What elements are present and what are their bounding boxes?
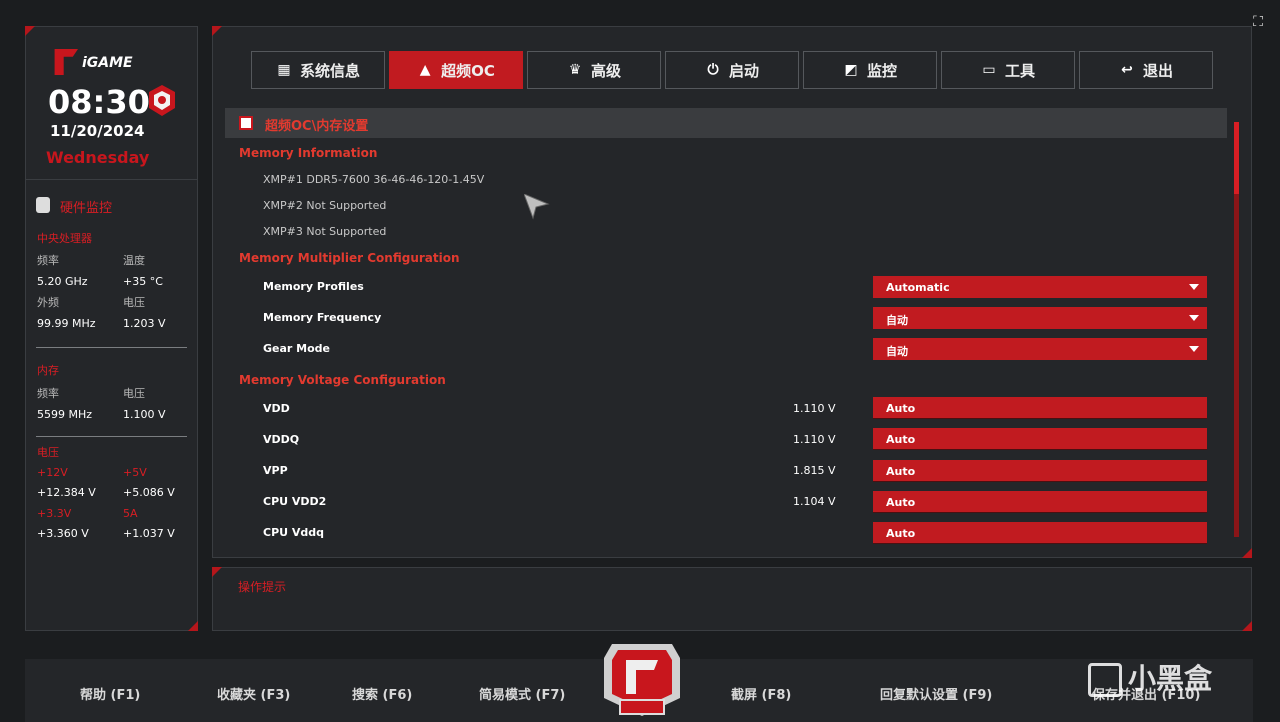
load-defaults-button[interactable]: 回复默认设置 (F9) — [880, 684, 992, 703]
vdd-label: VDD — [263, 402, 290, 415]
gear-mode-label: Gear Mode — [263, 342, 331, 355]
cpu-vddq-label: CPU Vddq — [263, 526, 325, 539]
voltage-5v: +5V +5.086 V — [123, 466, 175, 499]
dropdown-arrow-icon — [1189, 284, 1199, 290]
vddq-label: VDDQ — [263, 433, 300, 446]
hardware-monitor-title: 硬件监控 — [60, 201, 113, 216]
memory-profiles-label: Memory Profiles — [263, 280, 364, 293]
memory-voltage: 电压 1.100 V — [123, 387, 166, 421]
xmp3-info: XMP#3 Not Supported — [263, 225, 387, 238]
back-icon[interactable] — [239, 116, 253, 130]
cpu-base-clock: 外频 99.99 MHz — [37, 296, 96, 330]
tab-overclock[interactable]: ▲ 超频OC — [389, 51, 523, 89]
vdd-reading: 1.110 V — [793, 402, 836, 415]
cpu-vdd2-reading: 1.104 V — [793, 495, 836, 508]
vpp-input[interactable]: Auto — [873, 460, 1207, 482]
voltage-config-title: Memory Voltage Configuration — [239, 373, 446, 387]
xmp1-info: XMP#1 DDR5-7600 36-46-46-120-1.45V — [263, 173, 485, 186]
screenshot-button[interactable]: 截屏 (F8) — [731, 684, 791, 703]
memory-info-title: Memory Information — [239, 146, 378, 160]
tab-boot[interactable]: ⏻ 启动 — [665, 51, 799, 89]
dropdown-arrow-icon — [1189, 315, 1199, 321]
crown-icon: ♛ — [568, 62, 582, 78]
divider — [26, 179, 197, 180]
main-panel: ▦ 系统信息 ▲ 超频OC ♛ 高级 ⏻ 启动 ◩ 监控 ▭ 工具 ↩ 退出 超… — [212, 26, 1252, 558]
mascot-icon — [149, 85, 175, 116]
cpu-voltage: 电压 1.203 V — [123, 296, 166, 330]
divider — [36, 347, 187, 348]
toolbox-icon: ▭ — [982, 62, 996, 78]
multiplier-config-title: Memory Multiplier Configuration — [239, 251, 460, 265]
vpp-label: VPP — [263, 464, 288, 477]
sidebar-panel: iGAME 08:30 11/20/2024 Wednesday 硬件监控 中央… — [25, 26, 198, 631]
hardware-monitor-icon — [36, 197, 50, 213]
favorites-button[interactable]: 收藏夹 (F3) — [217, 684, 290, 703]
cpu-section-title: 中央处理器 — [37, 232, 92, 245]
igame-emblem-icon — [604, 644, 680, 716]
scrollbar-thumb[interactable] — [1234, 122, 1239, 194]
cpu-temperature: 温度 +35 °C — [123, 254, 163, 288]
rocket-icon: ▲ — [419, 62, 431, 78]
memory-frequency-select[interactable]: 自动 — [873, 307, 1207, 329]
breadcrumb-text: 超频OC\内存设置 — [265, 119, 369, 134]
voltage-5a: 5A +1.037 V — [123, 507, 175, 540]
mouse-cursor-icon — [524, 194, 550, 220]
power-icon: ⏻ — [707, 62, 719, 78]
breadcrumb: 超频OC\内存设置 — [225, 108, 1227, 138]
cpu-vddq-input[interactable]: Auto — [873, 522, 1207, 544]
hint-panel: 操作提示 — [212, 567, 1252, 631]
gear-mode-select[interactable]: 自动 — [873, 338, 1207, 360]
voltage-section-title: 电压 — [37, 446, 59, 459]
cpu-vdd2-input[interactable]: Auto — [873, 491, 1207, 513]
memory-frequency: 频率 5599 MHz — [37, 387, 93, 421]
memory-frequency-label: Memory Frequency — [263, 311, 382, 324]
easy-mode-button[interactable]: 简易模式 (F7) — [479, 684, 565, 703]
dropdown-arrow-icon — [1189, 346, 1199, 352]
weekday: Wednesday — [46, 148, 150, 167]
back-arrow-icon: ↩ — [1121, 62, 1133, 78]
vdd-input[interactable]: Auto — [873, 397, 1207, 419]
tab-monitor[interactable]: ◩ 监控 — [803, 51, 937, 89]
memory-profiles-select[interactable]: Automatic — [873, 276, 1207, 298]
help-button[interactable]: 帮助 (F1) — [80, 684, 140, 703]
screenshot-corner-icon[interactable]: ⛶ — [1245, 10, 1271, 34]
grid-icon: ▦ — [277, 62, 291, 78]
watermark-logo-icon — [1088, 663, 1122, 697]
hint-title: 操作提示 — [238, 580, 287, 594]
voltage-12v: +12V +12.384 V — [37, 466, 96, 499]
vpp-reading: 1.815 V — [793, 464, 836, 477]
xmp2-info: XMP#2 Not Supported — [263, 199, 387, 212]
search-button[interactable]: 搜索 (F6) — [352, 684, 412, 703]
tab-system-info[interactable]: ▦ 系统信息 — [251, 51, 385, 89]
igame-logo: iGAME — [52, 49, 144, 75]
date: 11/20/2024 — [50, 122, 145, 140]
clock-time: 08:30 — [48, 83, 150, 121]
watermark: 小黑盒 — [1088, 657, 1212, 697]
tab-exit[interactable]: ↩ 退出 — [1079, 51, 1213, 89]
divider — [36, 436, 187, 437]
voltage-3v3: +3.3V +3.360 V — [37, 507, 89, 540]
vddq-reading: 1.110 V — [793, 433, 836, 446]
cpu-vdd2-label: CPU VDD2 — [263, 495, 327, 508]
monitor-icon: ◩ — [844, 62, 858, 78]
vddq-input[interactable]: Auto — [873, 428, 1207, 450]
memory-section-title: 内存 — [37, 364, 59, 377]
cpu-frequency: 频率 5.20 GHz — [37, 254, 88, 288]
tab-advanced[interactable]: ♛ 高级 — [527, 51, 661, 89]
tab-tools[interactable]: ▭ 工具 — [941, 51, 1075, 89]
